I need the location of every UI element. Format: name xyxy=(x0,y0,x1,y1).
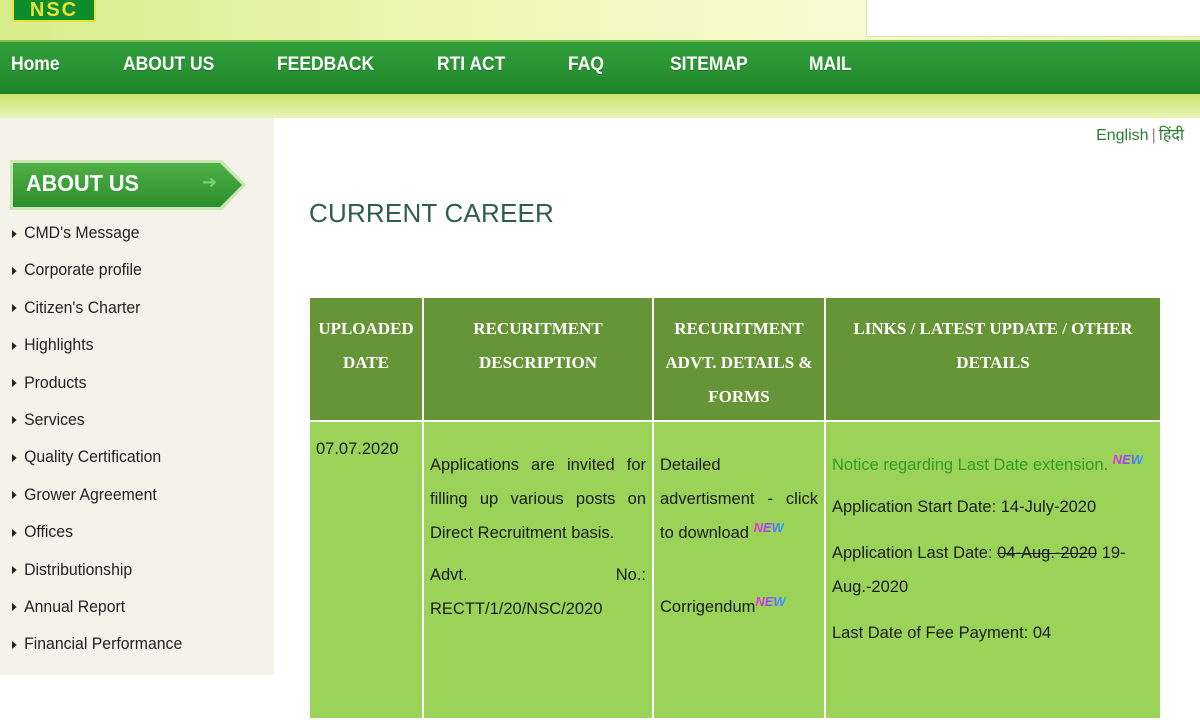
cell-links-updates: Notice regarding Last Date extension. NE… xyxy=(826,422,1160,718)
sidebar-item-highlights[interactable]: Highlights xyxy=(12,334,182,371)
corrigendum-link[interactable]: Corrigendum xyxy=(660,598,755,616)
bullet-triangle-icon xyxy=(12,341,17,350)
sidebar-item-corporate-profile[interactable]: Corporate profile xyxy=(12,259,182,296)
sidebar-item-annual-report[interactable]: Annual Report xyxy=(12,596,182,633)
sidebar-item-quality-certification[interactable]: Quality Certification xyxy=(12,446,182,483)
sidebar-heading[interactable]: ABOUT US ➜ xyxy=(6,158,246,210)
col-advt-details: RECURITMENT ADVT. DETAILS & FORMS xyxy=(654,298,824,420)
col-recruitment-description: RECURITMENT DESCRIPTION xyxy=(424,298,652,420)
language-switcher: English | हिंदी xyxy=(1096,123,1184,145)
header-banner: NSC xyxy=(0,0,1200,40)
bullet-triangle-icon xyxy=(12,304,17,313)
sidebar-item-services[interactable]: Services xyxy=(12,409,182,446)
description-text: Applications are invited for filling up … xyxy=(430,456,646,542)
bullet-triangle-icon xyxy=(12,603,17,612)
arrow-right-icon: ➜ xyxy=(202,172,218,192)
cell-description: Applications are invited for filling up … xyxy=(424,422,652,718)
nav-feedback[interactable]: FEEDBACK xyxy=(277,54,374,76)
bullet-triangle-icon xyxy=(12,453,17,462)
nav-mail[interactable]: MAIL xyxy=(809,54,852,76)
sidebar-item-products[interactable]: Products xyxy=(12,372,182,409)
lang-english-link[interactable]: English xyxy=(1096,127,1148,144)
sidebar-item-citizens-charter[interactable]: Citizen's Charter xyxy=(12,297,182,334)
sidebar-item-distributionship[interactable]: Distributionship xyxy=(12,559,182,596)
lang-separator: | xyxy=(1151,127,1156,144)
new-badge-icon: NEW xyxy=(1112,451,1144,467)
sidebar-menu: CMD's Message Corporate profile Citizen'… xyxy=(12,222,195,671)
col-uploaded-date: UPLOADED DATE xyxy=(310,298,422,420)
sidebar-item-financial-performance[interactable]: Financial Performance xyxy=(12,633,182,670)
col-links-updates: LINKS / LATEST UPDATE / OTHER DETAILS xyxy=(826,298,1160,420)
lang-hindi-link[interactable]: हिंदी xyxy=(1159,127,1184,144)
new-badge-icon: NEW xyxy=(753,519,784,535)
bullet-triangle-icon xyxy=(12,229,17,238)
main-nav: Home ABOUT US FEEDBACK RTI ACT FAQ SITEM… xyxy=(0,40,1200,94)
bullet-triangle-icon xyxy=(12,379,17,388)
sidebar-heading-label: ABOUT US xyxy=(26,170,139,196)
bullet-triangle-icon xyxy=(12,416,17,425)
bullet-triangle-icon xyxy=(12,528,17,537)
sidebar-item-grower-agreement[interactable]: Grower Agreement xyxy=(12,484,182,521)
nav-home[interactable]: Home xyxy=(11,54,60,76)
application-start-date: Application Start Date: 14-July-2020 xyxy=(832,498,1097,516)
nsc-logo[interactable]: NSC xyxy=(12,0,96,22)
detailed-advertisement-link[interactable]: Detailed advertisment - click to downloa… xyxy=(660,456,818,542)
new-badge-icon: NEW xyxy=(755,593,786,609)
header-search-area[interactable] xyxy=(866,0,1200,37)
advt-number: RECTT/1/20/NSC/2020 xyxy=(430,600,603,618)
table-header-row: UPLOADED DATE RECURITMENT DESCRIPTION RE… xyxy=(310,298,1160,420)
cell-uploaded-date: 07.07.2020 xyxy=(310,422,422,718)
bullet-triangle-icon xyxy=(12,640,17,649)
old-last-date: 04-Aug.-2020 xyxy=(997,544,1098,562)
application-last-date: Application Last Date: 04-Aug.-2020 19-A… xyxy=(832,544,1126,596)
sidebar: ABOUT US ➜ CMD's Message Corporate profi… xyxy=(0,118,274,675)
fee-payment-date: Last Date of Fee Payment: 04 xyxy=(832,624,1052,642)
cell-advt-details: Detailed advertisment - click to downloa… xyxy=(654,422,824,718)
career-table: UPLOADED DATE RECURITMENT DESCRIPTION RE… xyxy=(308,296,1162,720)
nav-about-us[interactable]: ABOUT US xyxy=(123,54,214,76)
advt-number-label: Advt. No.: xyxy=(430,566,646,584)
table-row: 07.07.2020 Applications are invited for … xyxy=(310,422,1160,718)
bullet-triangle-icon xyxy=(12,266,17,275)
nav-rti-act[interactable]: RTI ACT xyxy=(437,54,505,76)
bullet-triangle-icon xyxy=(12,566,17,575)
nav-sitemap[interactable]: SITEMAP xyxy=(670,54,748,76)
bullet-triangle-icon xyxy=(12,491,17,500)
main-content: English | हिंदी CURRENT CAREER UPLOADED DA… xyxy=(274,118,1200,718)
nav-faq[interactable]: FAQ xyxy=(568,54,604,76)
sidebar-item-cmds-message[interactable]: CMD's Message xyxy=(12,222,182,259)
notice-last-date-extension-link[interactable]: Notice regarding Last Date extension. xyxy=(832,456,1108,474)
page-title: CURRENT CAREER xyxy=(309,198,555,228)
nav-sub-band xyxy=(0,94,1200,118)
sidebar-item-offices[interactable]: Offices xyxy=(12,521,182,558)
